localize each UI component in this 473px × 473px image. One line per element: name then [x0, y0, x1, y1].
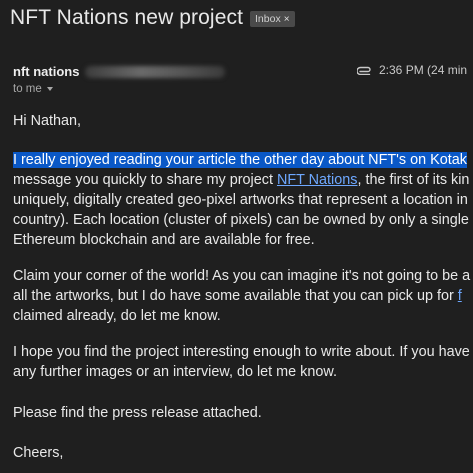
body-line: Please find the press release attached.: [13, 405, 262, 421]
body-text: all the artworks, but I do have some ava…: [13, 288, 458, 304]
redacted-sender-email: [85, 65, 226, 78]
greeting: Hi Nathan,: [13, 113, 81, 129]
body-line: Claim your corner of the world! As you c…: [13, 268, 471, 284]
recipient-row[interactable]: to me: [13, 83, 53, 95]
body-line: claimed already, do let me know.: [13, 308, 221, 324]
free-link[interactable]: f: [458, 288, 462, 304]
email-subject: NFT Nations new project: [10, 6, 244, 29]
body-line: I hope you find the project interesting …: [13, 344, 470, 360]
message-meta: 2:36 PM (24 min: [357, 63, 467, 77]
body-text: , the first of its kin: [357, 172, 470, 188]
inbox-label-chip[interactable]: Inbox ×: [250, 11, 295, 27]
sender-row: nft nations: [13, 64, 226, 79]
selected-text[interactable]: I really enjoyed reading your article th…: [13, 152, 467, 168]
email-view: NFT Nations new project Inbox × nft nati…: [0, 0, 473, 473]
body-line: all the artworks, but I do have some ava…: [13, 286, 462, 307]
subject-row: NFT Nations new project Inbox ×: [10, 6, 295, 30]
body-line: I really enjoyed reading your article th…: [13, 150, 467, 171]
inbox-label-text: Inbox: [255, 13, 281, 25]
body-line: country). Each location (cluster of pixe…: [13, 212, 469, 228]
body-line: any further images or an interview, do l…: [13, 364, 337, 380]
paperclip-icon: [357, 66, 371, 75]
closing: Cheers,: [13, 445, 64, 461]
chevron-down-icon[interactable]: [46, 87, 53, 91]
body-line: message you quickly to share my project …: [13, 170, 469, 191]
recipient-label: to me: [13, 83, 42, 95]
close-icon[interactable]: ×: [284, 14, 290, 25]
body-text: message you quickly to share my project: [13, 172, 277, 188]
sender-name[interactable]: nft nations: [13, 64, 79, 79]
nft-nations-link[interactable]: NFT Nations: [277, 172, 358, 188]
message-time[interactable]: 2:36 PM (24 min: [379, 63, 467, 77]
body-line: uniquely, digitally created geo-pixel ar…: [13, 192, 468, 208]
body-line: Ethereum blockchain and are available fo…: [13, 232, 315, 248]
